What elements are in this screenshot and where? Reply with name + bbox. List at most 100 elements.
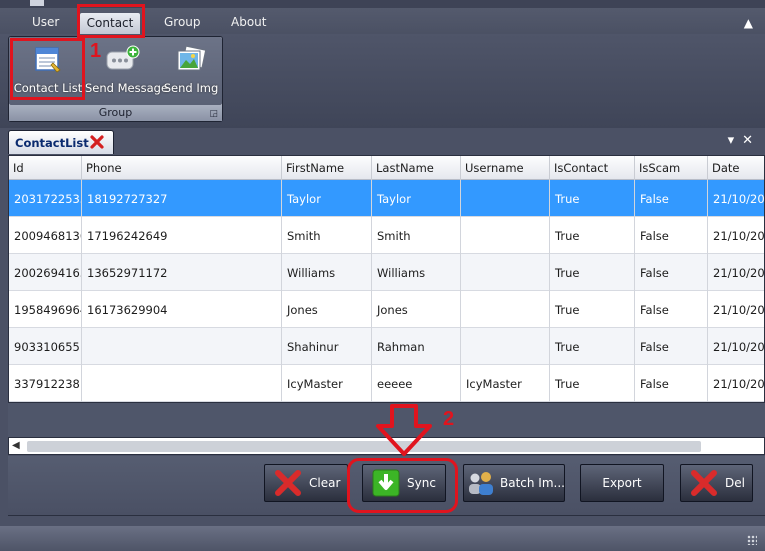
cell-phone: 17196242649 [82, 217, 282, 254]
image-icon [177, 45, 207, 71]
cell-isscam: False [635, 291, 708, 328]
cell-phone: 13652971172 [82, 254, 282, 291]
cell-phone [82, 365, 282, 402]
cell-phone [82, 328, 282, 365]
grid-header: Id Phone FirstName LastName Username IsC… [9, 156, 764, 180]
annotation-box-contact-tab [77, 4, 145, 38]
cell-date: 21/10/202 [713, 377, 765, 391]
cell-username [461, 291, 550, 328]
cell-iscontact: True [550, 180, 635, 217]
cell-firstname: Williams [282, 254, 372, 291]
tab-contactlist[interactable]: ContactList [8, 130, 114, 154]
export-button[interactable]: Export [580, 464, 664, 502]
cell-username [461, 217, 550, 254]
annotation-step-1: 1 [90, 40, 102, 62]
cell-date: 21/10/202 [713, 229, 765, 243]
cell-isscam: False [635, 328, 708, 365]
cell-isscam: False [635, 180, 708, 217]
delete-label: Del [725, 476, 745, 490]
send-img-label: Send Img [163, 81, 219, 95]
tab-user[interactable]: User [32, 15, 59, 29]
batch-import-button[interactable]: Batch Im... [463, 464, 565, 502]
cell-id: 2009468136 [9, 217, 82, 254]
pane-tools: ▾ ✕ [720, 133, 753, 148]
cell-username [461, 180, 550, 217]
cell-phone: 18192727327 [82, 180, 282, 217]
cell-lastname: Jones [372, 291, 461, 328]
tab-about[interactable]: About [231, 15, 266, 29]
resize-grip-icon[interactable] [747, 535, 757, 545]
column-header-username[interactable]: Username [461, 156, 550, 180]
chevron-up-icon[interactable]: ▲ [744, 16, 753, 30]
cell-iscontact: True [550, 217, 635, 254]
cell-lastname: Smith [372, 217, 461, 254]
status-bar [0, 526, 765, 551]
pane-menu-icon[interactable]: ▾ [728, 133, 735, 148]
clear-icon [271, 466, 305, 500]
delete-icon [687, 466, 721, 500]
message-add-icon [106, 45, 140, 70]
cell-phone: 16173629904 [82, 291, 282, 328]
column-header-phone[interactable]: Phone [82, 156, 282, 180]
tab-group[interactable]: Group [164, 15, 201, 29]
cell-date: 21/10/202 [713, 192, 765, 206]
column-header-iscontact[interactable]: IsContact [550, 156, 635, 180]
annotation-arrow-down-icon [376, 404, 432, 456]
annotation-step-2: 2 [443, 408, 455, 430]
table-row[interactable]: 2002694163 13652971172 Williams Williams… [9, 254, 764, 291]
cell-username [461, 254, 550, 291]
table-row[interactable]: 2009468136 17196242649 Smith Smith True … [9, 217, 764, 254]
dialog-launcher-icon[interactable]: ◲ [209, 109, 218, 119]
cell-date: 21/10/202 [713, 303, 765, 317]
cell-date: 21/10/202 [713, 340, 765, 354]
people-icon [466, 466, 496, 500]
cell-firstname: Taylor [282, 180, 372, 217]
cell-iscontact: True [550, 291, 635, 328]
column-header-lastname[interactable]: LastName [372, 156, 461, 180]
cell-id: 2002694163 [9, 254, 82, 291]
cell-id: 903310655 [9, 328, 82, 365]
table-row[interactable]: 2031722535 18192727327 Taylor Taylor Tru… [9, 180, 764, 217]
scrollbar-thumb[interactable] [27, 441, 701, 452]
close-icon[interactable] [89, 134, 105, 150]
column-header-date[interactable]: Date [708, 156, 764, 180]
cell-firstname: Shahinur [282, 328, 372, 365]
annotation-box-contact-list [10, 38, 85, 100]
cell-lastname: Taylor [372, 180, 461, 217]
delete-button[interactable]: Del [680, 464, 753, 502]
export-label: Export [602, 476, 642, 490]
pane-close-icon[interactable]: ✕ [742, 133, 753, 148]
cell-firstname: Jones [282, 291, 372, 328]
tab-contactlist-label: ContactList [15, 136, 89, 150]
cell-isscam: False [635, 217, 708, 254]
send-img-button[interactable]: Send Img [163, 41, 219, 101]
column-header-firstname[interactable]: FirstName [282, 156, 372, 180]
column-header-id[interactable]: Id [9, 156, 82, 180]
table-row[interactable]: 903310655 Shahinur Rahman True False 21/… [9, 328, 764, 365]
cell-date: 21/10/202 [713, 266, 765, 280]
cell-username: IcyMaster [461, 365, 550, 402]
column-header-isscam[interactable]: IsScam [635, 156, 708, 180]
cell-id: 337912238 [9, 365, 82, 402]
cell-lastname: Williams [372, 254, 461, 291]
ribbon-group-label: Group [9, 105, 222, 121]
cell-lastname: Rahman [372, 328, 461, 365]
send-message-label: Send Message [85, 81, 169, 95]
cell-lastname: eeeee [372, 365, 461, 402]
cell-firstname: IcyMaster [282, 365, 372, 402]
clear-label: Clear [309, 476, 341, 490]
cell-iscontact: True [550, 254, 635, 291]
table-row[interactable]: 337912238 IcyMaster eeeee IcyMaster True… [9, 365, 764, 402]
clear-button[interactable]: Clear [264, 464, 348, 502]
app-logo-fragment [30, 0, 44, 6]
table-row[interactable]: 1958496964 16173629904 Jones Jones True … [9, 291, 764, 328]
cell-iscontact: True [550, 328, 635, 365]
cell-isscam: False [635, 254, 708, 291]
cell-isscam: False [635, 365, 708, 402]
scroll-left-icon[interactable]: ◀ [12, 440, 20, 451]
cell-firstname: Smith [282, 217, 372, 254]
batch-import-label: Batch Im... [500, 476, 565, 490]
cell-id: 2031722535 [9, 180, 82, 217]
cell-iscontact: True [550, 365, 635, 402]
cell-id: 1958496964 [9, 291, 82, 328]
